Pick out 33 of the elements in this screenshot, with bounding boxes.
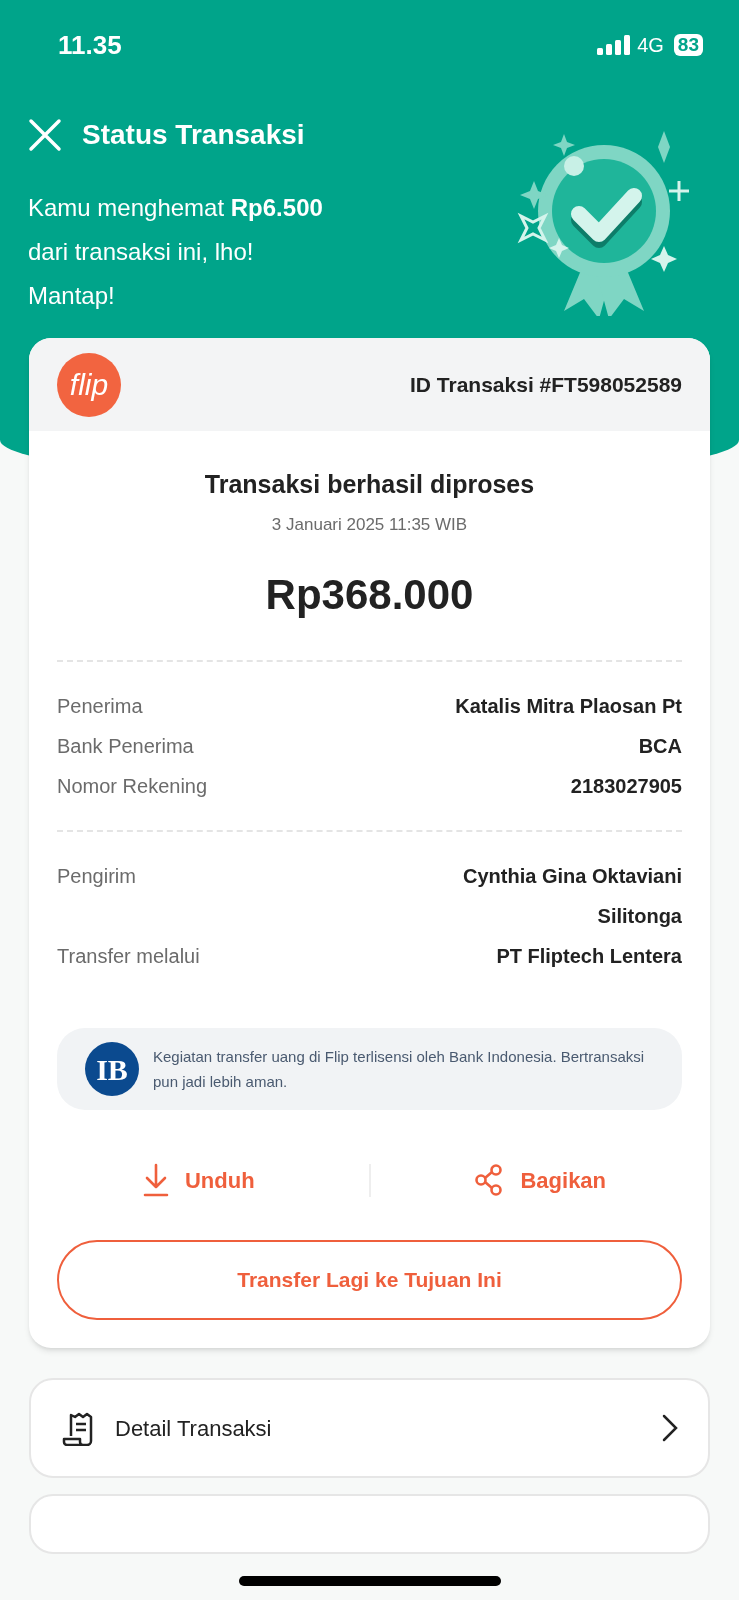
field-value: Katalis Mitra Plaosan Pt bbox=[455, 694, 682, 719]
page-title: Status Transaksi bbox=[82, 118, 305, 152]
savings-text: dari transaksi ini, lho! bbox=[28, 237, 255, 267]
field-value: PT Fliptech Lentera bbox=[496, 944, 682, 969]
transaction-amount: Rp368.000 bbox=[265, 570, 474, 620]
savings-text: Kamu menghemat Rp6.500 bbox=[28, 193, 323, 223]
notice-text: Kegiatan transfer uang di Flip terlisensi oleh Bank Indonesia. Bertransaksi pun jadi lebih aman. bbox=[153, 1047, 646, 1092]
field-label: Nomor Rekening bbox=[57, 774, 208, 799]
field-label: Bank Penerima bbox=[57, 734, 194, 759]
detail-transaction-item[interactable]: Detail Transaksi bbox=[29, 1378, 710, 1478]
download-icon bbox=[142, 1163, 169, 1197]
field-label: Transfer melalui bbox=[57, 944, 200, 969]
share-icon bbox=[474, 1164, 505, 1196]
status-text: Transaksi berhasil diproses bbox=[204, 469, 535, 500]
savings-text: Mantap! bbox=[28, 281, 116, 311]
battery-indicator: 83 bbox=[673, 34, 703, 56]
transaction-id: ID Transaksi #FT598052589 bbox=[410, 371, 682, 398]
network-label: 4G bbox=[637, 33, 664, 58]
signal-icon bbox=[597, 35, 632, 55]
chevron-right-icon bbox=[662, 1414, 678, 1442]
close-button[interactable] bbox=[28, 118, 62, 152]
field-label: Pengirim bbox=[57, 864, 136, 889]
transaction-date: 3 Januari 2025 11:35 WIB bbox=[271, 513, 468, 536]
field-label: Penerima bbox=[57, 694, 143, 719]
field-value: 2183027905 bbox=[570, 774, 682, 799]
field-value: Cynthia Gina Oktaviani Silitonga bbox=[462, 864, 682, 929]
share-button[interactable]: Bagikan bbox=[474, 1163, 607, 1197]
status-time: 11.35 bbox=[58, 28, 122, 62]
flip-logo: flip bbox=[57, 352, 121, 417]
transfer-again-button[interactable]: Transfer Lagi ke Tujuan Ini bbox=[57, 1240, 682, 1320]
field-value: BCA bbox=[638, 734, 682, 759]
bank-logo: IB bbox=[85, 1042, 139, 1096]
download-button[interactable]: Unduh bbox=[142, 1163, 255, 1197]
